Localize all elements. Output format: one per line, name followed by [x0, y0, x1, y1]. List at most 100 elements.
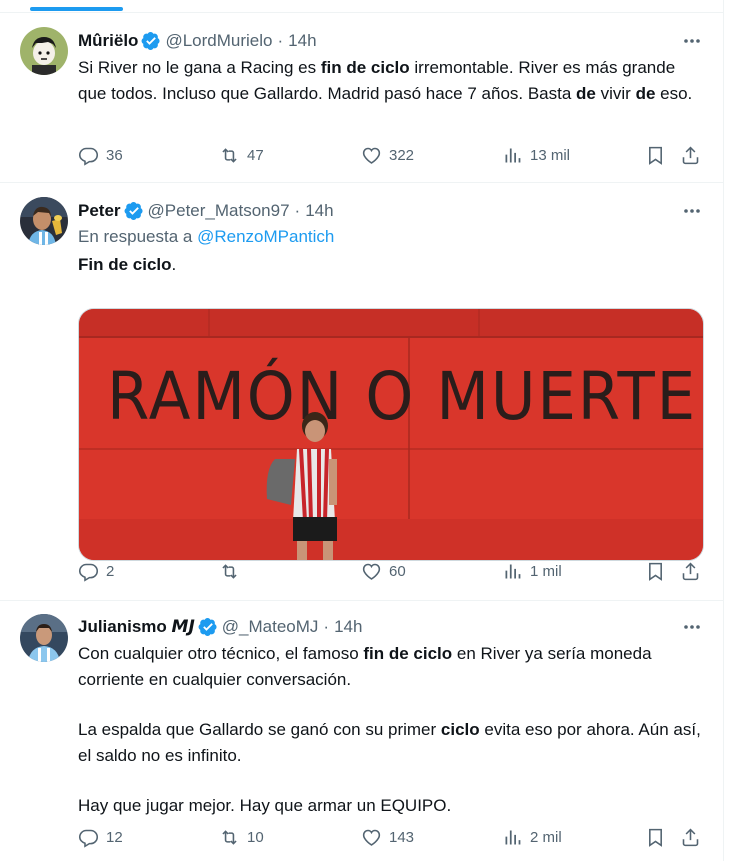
views-button[interactable]: 2 mil	[502, 825, 562, 849]
tweet-header: Julianismo 𝙈𝙅 @_MateoMJ · 14h	[78, 616, 704, 638]
display-name[interactable]: Mûriëlo	[78, 30, 138, 52]
action-bar: 12 10 143 2 mil	[78, 825, 704, 849]
tweet-text: Con cualquier otro técnico, el famoso fi…	[78, 641, 704, 819]
tweet-text: Si River no le gana a Racing es fin de c…	[78, 55, 704, 106]
display-name[interactable]: Julianismo 𝙈𝙅	[78, 616, 195, 638]
views-icon	[505, 148, 521, 162]
share-icon	[682, 828, 699, 846]
like-button[interactable]: 143	[361, 825, 414, 849]
reply-icon	[78, 147, 99, 166]
retweet-count: 47	[247, 146, 264, 164]
avatar[interactable]	[20, 197, 68, 245]
tweet-header: Mûriëlo @LordMurielo · 14h	[78, 30, 704, 52]
like-count: 322	[389, 146, 415, 164]
verified-badge-icon[interactable]	[124, 201, 144, 221]
views-icon	[505, 564, 521, 578]
text-segment: Si River no le gana a Racing es	[78, 58, 321, 77]
like-count: 143	[389, 828, 415, 846]
bookmark-icon	[649, 146, 662, 165]
heart-icon	[362, 829, 381, 846]
like-button[interactable]: 60	[361, 559, 406, 583]
heart-icon	[362, 563, 381, 580]
bookmark-icon	[649, 562, 662, 581]
tweet[interactable]: Mûriëlo @LordMurielo · 14h Si River no l…	[0, 13, 724, 183]
bookmark-button[interactable]	[645, 825, 666, 849]
retweet-count: 10	[247, 828, 264, 846]
reply-button[interactable]: 2	[78, 559, 114, 583]
reply-count: 2	[106, 562, 115, 580]
more-options-icon[interactable]	[680, 616, 704, 638]
share-icon	[682, 562, 699, 580]
tweet[interactable]: Peter @Peter_Matson97 · 14h En respuesta…	[0, 183, 724, 601]
text-segment: Con cualquier otro técnico, el famoso	[78, 644, 364, 663]
tweet-paragraph: Hay que jugar mejor. Hay que armar un EQ…	[78, 793, 704, 819]
reply-context: En respuesta a @RenzoMPantich	[78, 225, 704, 249]
views-button[interactable]: 1 mil	[502, 559, 562, 583]
tweet-header: Peter @Peter_Matson97 · 14h	[78, 200, 704, 222]
reply-count: 12	[106, 828, 123, 846]
retweet-icon	[222, 829, 237, 845]
separator-dot: ·	[294, 201, 301, 220]
reply-count: 36	[106, 146, 123, 164]
tweet-paragraph: Con cualquier otro técnico, el famoso fi…	[78, 641, 704, 692]
share-button[interactable]	[680, 143, 701, 167]
separator-dot: ·	[323, 617, 330, 636]
highlighted-text: ciclo	[440, 720, 480, 739]
views-button[interactable]: 13 mil	[502, 143, 570, 167]
tweet-image[interactable]: RAMÓN O MUERTE	[78, 308, 704, 561]
verified-badge-icon[interactable]	[141, 31, 161, 51]
bookmark-icon	[649, 828, 662, 847]
more-options-icon[interactable]	[680, 30, 704, 52]
avatar[interactable]	[20, 614, 68, 662]
tweet[interactable]: Julianismo 𝙈𝙅 @_MateoMJ · 14h Con cualqu…	[0, 601, 724, 861]
heart-icon	[362, 147, 381, 164]
reply-icon	[78, 563, 99, 582]
timestamp[interactable]: 14h	[288, 30, 316, 52]
display-name[interactable]: Peter	[78, 200, 121, 222]
bookmark-button[interactable]	[645, 143, 666, 167]
timestamp[interactable]: 14h	[334, 616, 362, 638]
like-button[interactable]: 322	[361, 143, 414, 167]
more-options-icon[interactable]	[680, 200, 704, 222]
retweet-button[interactable]	[219, 559, 247, 583]
retweet-icon	[222, 563, 237, 579]
text-segment: La espalda que Gallardo se ganó con su p…	[78, 720, 441, 739]
avatar[interactable]	[20, 27, 68, 75]
handle[interactable]: @_MateoMJ	[222, 616, 319, 638]
reply-to-link[interactable]: @RenzoMPantich	[197, 227, 334, 246]
highlighted-text: fin de ciclo	[363, 644, 453, 663]
share-icon	[682, 146, 699, 164]
share-button[interactable]	[680, 825, 701, 849]
text-segment: Hay que jugar mejor. Hay que armar un EQ…	[78, 796, 452, 815]
views-icon	[505, 830, 521, 844]
reply-prefix: En respuesta a	[78, 227, 193, 246]
views-count: 1 mil	[530, 562, 562, 580]
separator-dot: ·	[277, 31, 284, 50]
active-tab-indicator	[30, 7, 123, 11]
highlighted-text: de	[576, 83, 596, 103]
handle[interactable]: @LordMurielo	[165, 30, 272, 52]
action-bar: 36 47 322 13 mil	[78, 143, 704, 167]
highlighted-text: Fin de ciclo	[78, 255, 172, 274]
reply-button[interactable]: 36	[78, 143, 123, 167]
reply-button[interactable]: 12	[78, 825, 123, 849]
action-bar: 2 60 1 mil	[78, 559, 704, 583]
highlighted-text: fin de ciclo	[320, 58, 410, 77]
retweet-button[interactable]: 10	[219, 825, 264, 849]
verified-badge-icon[interactable]	[198, 617, 218, 637]
graffiti-text: RAMÓN O MUERTE	[107, 358, 697, 435]
like-count: 60	[389, 562, 406, 580]
retweet-button[interactable]: 47	[219, 143, 264, 167]
text-segment: vivir	[595, 83, 636, 103]
reply-icon	[78, 829, 99, 848]
views-count: 13 mil	[530, 146, 571, 164]
timestamp[interactable]: 14h	[305, 200, 333, 222]
bookmark-button[interactable]	[645, 559, 666, 583]
share-button[interactable]	[680, 559, 701, 583]
retweet-icon	[222, 147, 237, 163]
handle[interactable]: @Peter_Matson97	[148, 200, 290, 222]
tweet-paragraph: La espalda que Gallardo se ganó con su p…	[78, 717, 704, 768]
text-segment: .	[171, 255, 177, 274]
highlighted-text: de	[635, 83, 656, 103]
tweet-text: Fin de ciclo.	[78, 252, 704, 278]
